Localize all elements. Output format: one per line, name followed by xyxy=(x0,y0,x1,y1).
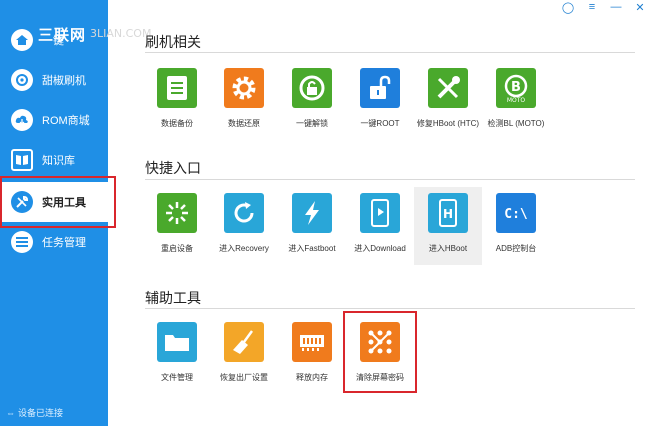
connection-status: ⇔ 设备已连接 xyxy=(6,407,64,419)
clipboard-icon xyxy=(157,68,197,108)
divider xyxy=(145,308,635,309)
tile-repair-hboot[interactable]: 修复HBoot (HTC) xyxy=(414,62,482,140)
section-title-aux-tools: 辅助工具 xyxy=(145,290,201,306)
feedback-icon[interactable]: ◯ xyxy=(561,1,575,14)
tools-icon xyxy=(11,191,33,213)
sidebar-item-rom-store[interactable]: ROM商城 xyxy=(0,100,108,140)
svg-text:B: B xyxy=(511,80,521,95)
watermark-url: 3LIAN.COM xyxy=(90,27,152,40)
terminal-icon: C:\ xyxy=(496,193,536,233)
hboot-phone-icon: H xyxy=(428,193,468,233)
tile-enter-fastboot[interactable]: 进入Fastboot xyxy=(278,187,346,265)
tile-one-key-unlock[interactable]: 一键解锁 xyxy=(278,62,346,140)
close-icon[interactable]: ✕ xyxy=(633,1,647,14)
svg-text:H: H xyxy=(443,207,453,221)
sidebar-item-flash[interactable]: 甜椒刷机 xyxy=(0,60,108,100)
cloud-download-icon xyxy=(11,109,33,131)
sidebar: 一键 甜椒刷机 ROM商城 知识库 实用工具 任务管理 ⇔ 设备已连接 xyxy=(0,0,112,426)
broom-icon xyxy=(224,322,264,362)
download-phone-icon xyxy=(360,193,400,233)
sidebar-item-label: ROM商城 xyxy=(42,115,90,127)
divider xyxy=(145,179,635,180)
tile-free-memory[interactable]: 释放内存 xyxy=(278,316,346,394)
pattern-lock-icon xyxy=(360,322,400,362)
sidebar-item-label: 实用工具 xyxy=(42,197,86,209)
padlock-icon xyxy=(360,68,400,108)
sidebar-item-label: 任务管理 xyxy=(42,237,86,249)
restart-icon xyxy=(157,193,197,233)
svg-text:C:\: C:\ xyxy=(504,207,528,222)
sidebar-item-tasks[interactable]: 任务管理 xyxy=(0,222,108,262)
wrench-screwdriver-icon xyxy=(428,68,468,108)
sidebar-item-label: 甜椒刷机 xyxy=(42,75,86,87)
tile-reboot-device[interactable]: 重启设备 xyxy=(143,187,211,265)
tile-data-backup[interactable]: 数据备份 xyxy=(143,62,211,140)
sidebar-item-knowledge[interactable]: 知识库 xyxy=(0,140,108,180)
usb-icon: ⇔ xyxy=(6,407,15,418)
svg-text:MOTO: MOTO xyxy=(507,97,526,103)
tile-clear-screen-password[interactable]: 清除屏幕密码 xyxy=(346,316,414,394)
flash-disc-icon xyxy=(11,69,33,91)
list-icon xyxy=(11,231,33,253)
section-title-shortcuts: 快捷入口 xyxy=(145,160,201,176)
minimize-icon[interactable]: — xyxy=(609,1,623,13)
tile-data-restore[interactable]: 数据还原 xyxy=(210,62,278,140)
tile-file-manager[interactable]: 文件管理 xyxy=(143,316,211,394)
tile-enter-download[interactable]: 进入Download xyxy=(346,187,414,265)
memory-icon xyxy=(292,322,332,362)
window-controls: ◯ ≡ — ✕ xyxy=(561,0,647,14)
tile-enter-recovery[interactable]: 进入Recovery xyxy=(210,187,278,265)
tile-check-bl[interactable]: B MOTO 检测BL (MOTO) xyxy=(482,62,550,140)
bl-check-icon: B MOTO xyxy=(496,68,536,108)
sidebar-item-tools[interactable]: 实用工具 xyxy=(0,182,112,222)
section-title-flash: 刷机相关 xyxy=(145,34,201,50)
tile-factory-reset[interactable]: 恢复出厂设置 xyxy=(210,316,278,394)
watermark-text: 三联网 xyxy=(38,27,87,44)
gear-icon xyxy=(224,68,264,108)
tile-one-key-root[interactable]: 一键ROOT xyxy=(346,62,414,140)
recovery-icon xyxy=(224,193,264,233)
tile-enter-hboot[interactable]: H 进入HBoot xyxy=(414,187,482,265)
menu-icon[interactable]: ≡ xyxy=(585,1,599,13)
book-icon xyxy=(11,149,33,171)
folder-icon xyxy=(157,322,197,362)
divider xyxy=(145,52,635,53)
lightning-icon xyxy=(292,193,332,233)
unlock-circle-icon xyxy=(292,68,332,108)
tile-adb-console[interactable]: C:\ ADB控制台 xyxy=(482,187,550,265)
sidebar-item-label: 知识库 xyxy=(42,155,75,167)
